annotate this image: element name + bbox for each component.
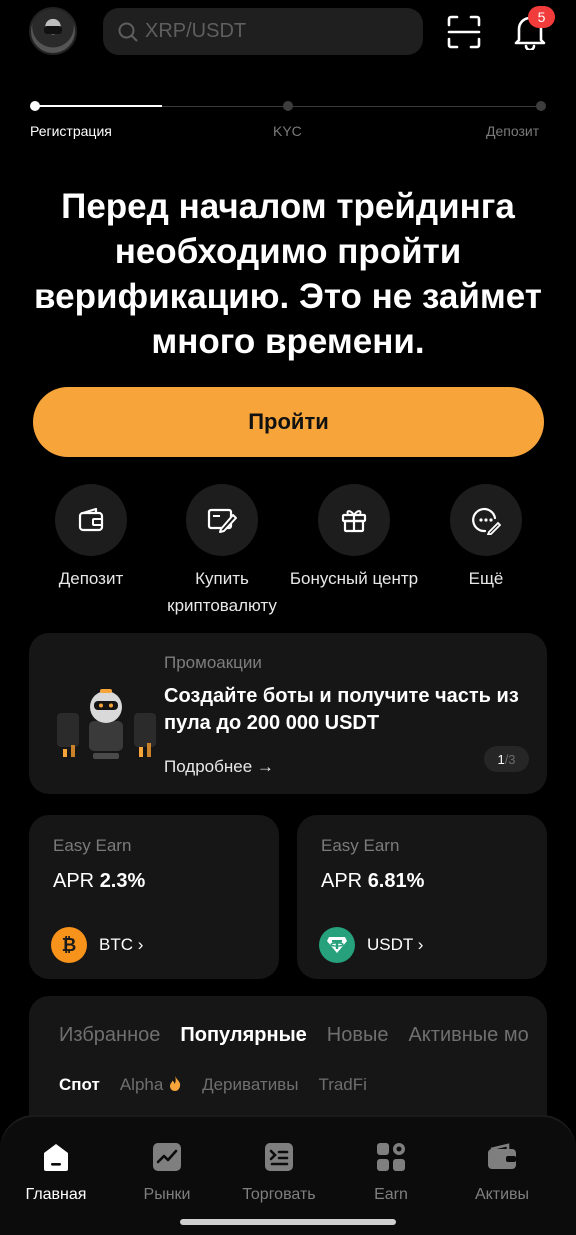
promo-more-link[interactable]: Подробнее → [164,757,274,777]
nav-label: Торговать [242,1186,316,1203]
avatar[interactable] [29,7,77,55]
scan-icon[interactable] [446,14,482,50]
quick-action-more[interactable]: Ещё [421,484,551,592]
home-indicator [180,1219,396,1225]
earn-category: Easy Earn [53,836,132,855]
nav-label: Активы [474,1186,530,1203]
quick-action-icon-wrap [450,484,522,556]
nav-trade[interactable]: Торговать [224,1141,334,1204]
coin-label: USDT › [367,935,424,954]
promo-category: Промоакции [164,653,262,672]
top-bar: 5 [0,0,576,64]
step-dot-kyc [283,101,293,111]
bitcoin-icon: ₿ [51,927,87,963]
trade-icon [265,1143,293,1171]
verification-progress: Регистрация KYC Депозит [30,96,548,146]
promo-page-current: 1 [497,751,505,767]
tether-icon [319,927,355,963]
quick-action-icon-wrap [186,484,258,556]
home-icon [44,1144,68,1171]
step-label-registration: Регистрация [30,123,112,139]
fire-icon [170,1076,181,1091]
market-subtabs: Спот Alpha Деривативы TradFi [59,1075,387,1095]
tab-active[interactable]: Активные мо [408,1024,528,1047]
apr-prefix: APR [321,870,363,892]
tab-popular[interactable]: Популярные [180,1024,306,1047]
quick-action-deposit[interactable]: Депозит [26,484,156,592]
subtab-alpha[interactable]: Alpha [120,1075,182,1095]
earn-coin-link[interactable]: USDT › [319,927,423,963]
quick-action-icon-wrap [55,484,127,556]
nav-markets[interactable]: Рынки [112,1141,222,1204]
step-dot-registration [30,101,40,111]
progress-track-fill [36,105,162,107]
earn-category: Easy Earn [321,836,400,855]
quick-action-bonus-center[interactable]: Бонусный центр [289,484,419,592]
subtab-spot[interactable]: Спот [59,1075,100,1095]
apr-value: 2.3% [99,870,146,892]
start-verification-button[interactable]: Пройти [33,387,544,457]
promo-banner[interactable]: Промоакции Создайте боты и получите част… [29,633,547,794]
step-dot-deposit [536,101,546,111]
quick-action-label: Ещё [468,569,504,588]
step-label-deposit: Депозит [486,123,540,139]
coin-label: BTC › [99,935,144,954]
nav-earn[interactable]: Earn [336,1141,446,1204]
tab-favorites[interactable]: Избранное [59,1024,160,1047]
earn-card-btc[interactable]: Easy Earn APR 2.3% ₿ BTC › [29,815,279,979]
subtab-tradfi[interactable]: TradFi [318,1075,367,1095]
earn-apr: APR 6.81% [321,870,424,893]
search-input[interactable] [145,20,405,43]
quick-action-label: Депозит [58,569,124,588]
quick-action-icon-wrap [318,484,390,556]
tab-new[interactable]: Новые [327,1024,389,1047]
wallet-icon [78,507,104,532]
subtab-derivatives[interactable]: Деривативы [202,1075,298,1095]
step-label-kyc: KYC [273,123,302,139]
earn-apr: APR 2.3% [53,870,145,893]
gift-icon [341,510,367,533]
markets-icon [153,1143,181,1171]
market-tabs: Избранное Популярные Новые Активные мо [59,1024,547,1047]
buy-crypto-icon [207,508,237,533]
nav-home[interactable]: Главная [1,1141,111,1204]
promo-page-total: /3 [504,751,516,767]
earn-icon [377,1143,405,1171]
quick-action-label: Купить криптовалюту [167,569,277,615]
assets-wallet-icon [488,1143,516,1169]
promo-title: Создайте боты и получите часть из пула д… [164,685,519,734]
search-icon [118,22,138,41]
trading-bots-illustration [57,689,156,759]
quick-action-label: Бонусный центр [289,569,419,588]
more-icon [472,507,501,535]
bottom-navigation: Главная Рынки Торговать Earn Активы [0,1117,576,1235]
earn-coin-link[interactable]: ₿ BTC › [51,927,143,963]
search-bar[interactable] [103,8,423,55]
quick-action-buy-crypto[interactable]: Купить криптовалюту [157,484,287,619]
apr-value: 6.81% [367,870,425,892]
promo-pager: 1/3 [484,746,529,772]
earn-card-usdt[interactable]: Easy Earn APR 6.81% USDT › [297,815,547,979]
verification-headline: Перед началом трейдинга необходимо пройт… [34,187,542,361]
apr-prefix: APR [53,870,95,892]
nav-label: Главная [25,1186,87,1203]
nav-assets[interactable]: Активы [447,1141,557,1204]
notification-badge: 5 [528,6,555,28]
nav-label: Earn [374,1186,408,1203]
nav-label: Рынки [143,1186,191,1203]
subtab-alpha-label: Alpha [119,1075,164,1094]
